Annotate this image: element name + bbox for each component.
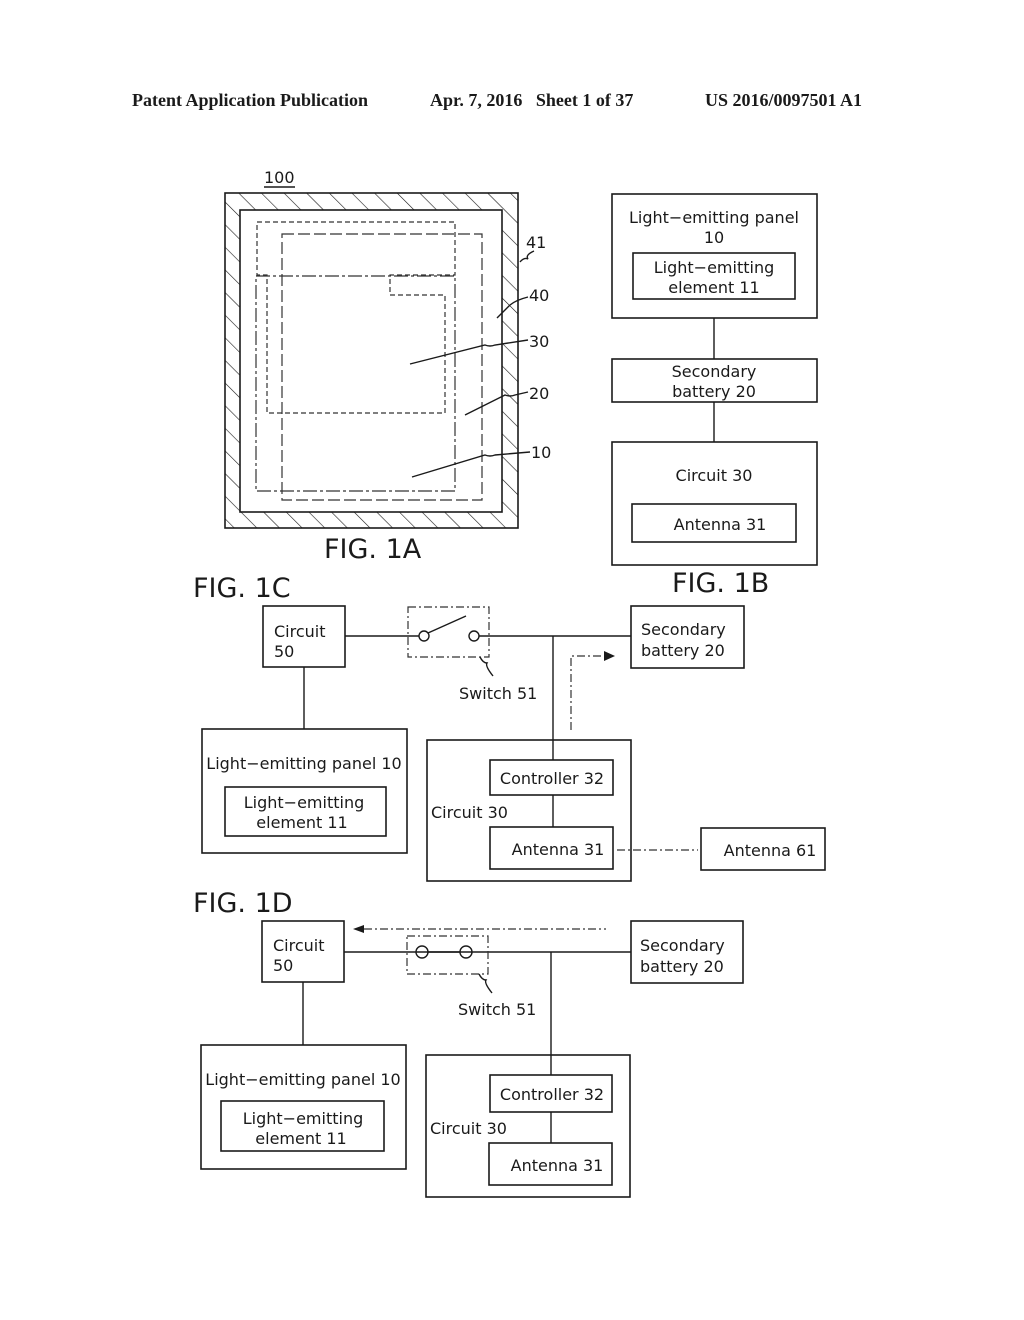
antenna-31-label: Antenna 31 xyxy=(674,515,767,534)
switch-leader xyxy=(479,656,494,677)
fig-1c: FIG. 1C Circuit 50 Switch 51 Secondary b… xyxy=(193,573,826,882)
housing-inner-edge xyxy=(239,209,503,513)
battery-line2: battery 20 xyxy=(640,957,724,976)
housing-outer-edge xyxy=(224,192,519,529)
device-ref-100: 100 xyxy=(264,168,295,187)
panel-label-line2: 10 xyxy=(704,228,724,247)
antenna-31-label: Antenna 31 xyxy=(512,840,605,859)
circuit-30-label: Circuit 30 xyxy=(430,1119,507,1138)
element-line2: element 11 xyxy=(256,813,347,832)
ref-41: 41 xyxy=(526,233,546,252)
switch-51-label: Switch 51 xyxy=(458,1000,536,1019)
switch-terminal-left xyxy=(418,630,430,642)
patent-drawing-sheet: 100 41 40 30 20 10 FIG. 1A Light−emittin… xyxy=(193,168,826,1198)
fig-1b-title: FIG. 1B xyxy=(672,568,769,599)
controller-32-label: Controller 32 xyxy=(500,1085,604,1104)
circuit-30-label: Circuit 30 xyxy=(431,803,508,822)
discharge-flow-arrowhead xyxy=(353,925,364,933)
fig-1b: Light−emitting panel 10 Light−emitting e… xyxy=(611,193,818,599)
battery-line2: battery 20 xyxy=(641,641,725,660)
ref-10: 10 xyxy=(531,443,551,462)
switch-terminal-right xyxy=(468,630,480,642)
panel-10-outline xyxy=(281,233,483,501)
antenna-61-label: Antenna 61 xyxy=(724,841,817,860)
charge-flow-arrowhead xyxy=(604,651,615,661)
element-line1: Light−emitting xyxy=(243,1109,364,1128)
panel-label-line1: Light−emitting panel xyxy=(629,208,799,227)
circuit-50-line1: Circuit xyxy=(273,936,325,955)
panel-label: Light−emitting panel 10 xyxy=(205,1070,400,1089)
controller-32-label: Controller 32 xyxy=(500,769,604,788)
light-emitting-panel-box xyxy=(201,728,408,854)
antenna-31-label: Antenna 31 xyxy=(511,1156,604,1175)
ref-20: 20 xyxy=(529,384,549,403)
charge-flow-arrow-line xyxy=(570,655,604,730)
switch-51-enclosure xyxy=(406,935,489,975)
fig-1a: 100 41 40 30 20 10 FIG. 1A xyxy=(224,168,551,565)
leader-41 xyxy=(519,250,535,263)
fig-1a-title: FIG. 1A xyxy=(324,534,422,565)
switch-blade-open xyxy=(427,615,467,634)
circuit-50-line2: 50 xyxy=(273,956,293,975)
housing-41-hatched xyxy=(225,193,518,528)
battery-label-line1: Secondary xyxy=(672,362,757,381)
panel-label: Light−emitting panel 10 xyxy=(206,754,401,773)
ref-40: 40 xyxy=(529,286,549,305)
switch-leader xyxy=(478,973,493,994)
battery-line1: Secondary xyxy=(640,936,725,955)
circuit-50-line1: Circuit xyxy=(274,622,326,641)
element-label-line2: element 11 xyxy=(668,278,759,297)
fig-1d-title: FIG. 1D xyxy=(193,888,293,919)
element-line1: Light−emitting xyxy=(244,793,365,812)
fig-1d: FIG. 1D Circuit 50 Switch 51 Secondary b… xyxy=(193,888,744,1198)
switch-51-label: Switch 51 xyxy=(459,684,537,703)
battery-line1: Secondary xyxy=(641,620,726,639)
element-line2: element 11 xyxy=(255,1129,346,1148)
element-label-line1: Light−emitting xyxy=(654,258,775,277)
circuit-30-outline xyxy=(256,221,456,414)
circuit-50-line2: 50 xyxy=(274,642,294,661)
battery-20-outline xyxy=(255,275,456,492)
ref-30: 30 xyxy=(529,332,549,351)
battery-label-line2: battery 20 xyxy=(672,382,756,401)
fig-1c-title: FIG. 1C xyxy=(193,573,291,604)
circuit-30-label: Circuit 30 xyxy=(676,466,753,485)
